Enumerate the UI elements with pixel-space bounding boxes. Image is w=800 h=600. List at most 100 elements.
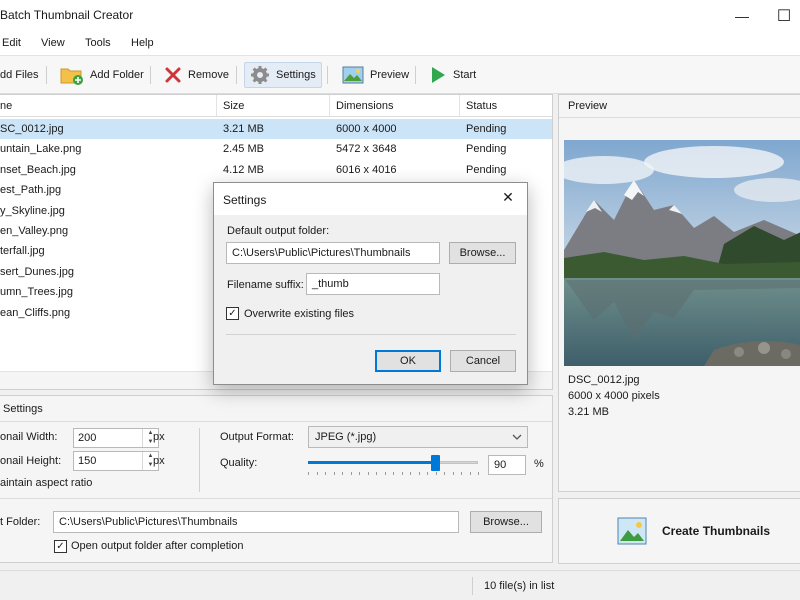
menu-view[interactable]: View (41, 37, 65, 49)
browse-button[interactable]: Browse... (470, 511, 542, 533)
folder-add-icon (60, 68, 83, 85)
add-folder-button[interactable]: Add Folder (54, 62, 150, 88)
file-name-cell: en_Valley.png (0, 225, 69, 237)
file-name-cell: terfall.jpg (0, 245, 45, 258)
file-name-cell: sert_Dunes.jpg (0, 265, 74, 278)
maximize-button[interactable]: ☐ (764, 0, 800, 32)
settings-dialog: Settings ✕ Default output folder: C:\Use… (213, 182, 528, 385)
slider-fill (308, 461, 435, 464)
open-folder-label[interactable]: Open output folder after completion (71, 540, 243, 552)
height-label: onail Height: (0, 455, 62, 467)
width-unit: px (153, 431, 165, 443)
toolbar-separator (46, 66, 47, 84)
column-header-status[interactable]: Status (460, 95, 552, 117)
slider-tick (452, 472, 454, 475)
add-folder-label: Add Folder (90, 69, 144, 81)
picture-icon (342, 66, 364, 84)
add-files-button[interactable]: dd Files (0, 62, 45, 88)
ok-button[interactable]: OK (375, 350, 441, 372)
toolbar-separator (236, 66, 237, 84)
quality-value: 90 (494, 459, 507, 471)
default-output-folder-input[interactable]: C:\Users\Public\Pictures\Thumbnails (226, 242, 440, 264)
file-count-status: 10 file(s) in list (484, 580, 555, 592)
cancel-button[interactable]: Cancel (450, 350, 516, 372)
slider-tick (316, 472, 318, 475)
slider-tick (427, 472, 428, 475)
close-icon[interactable]: ✕ (494, 189, 522, 209)
column-header-size[interactable]: Size (217, 95, 330, 117)
toolbar: dd Files Add Folder Remove Settings Prev… (0, 56, 800, 94)
menu-help[interactable]: Help (131, 37, 154, 49)
start-button[interactable]: Start (423, 62, 482, 88)
slider-ticks (308, 472, 479, 476)
gear-icon (251, 66, 269, 84)
divider (226, 334, 516, 335)
remove-x-icon (165, 67, 181, 83)
slider-tick (308, 472, 309, 475)
preview-image (564, 140, 800, 366)
status-bar: 10 file(s) in list (0, 570, 800, 600)
divider (0, 498, 552, 499)
filename-suffix-value: _thumb (312, 278, 349, 290)
slider-tick (401, 472, 403, 475)
preview-button[interactable]: Preview (336, 62, 415, 88)
slider-tick (384, 472, 386, 475)
quality-label: Quality: (220, 457, 258, 469)
slider-tick (469, 472, 471, 475)
quality-slider[interactable] (308, 455, 479, 478)
open-folder-checkbox[interactable]: ✓ (54, 540, 67, 553)
table-row[interactable]: untain_Lake.png 2.45 MB 5472 x 3648 Pending (0, 139, 552, 159)
column-header-dimensions[interactable]: Dimensions (330, 95, 460, 117)
output-folder-label: Default output folder: (227, 225, 330, 237)
height-unit: px (153, 455, 165, 467)
file-name-cell: ean_Cliffs.png (0, 306, 71, 319)
output-format-label: Output Format: (220, 431, 294, 443)
remove-button[interactable]: Remove (158, 62, 235, 88)
table-row[interactable]: SC_0012.jpg 3.21 MB 6000 x 4000 Pending (0, 119, 552, 139)
menu-tools[interactable]: Tools (85, 37, 111, 49)
preview-size: 3.21 MB (568, 406, 609, 418)
play-icon (432, 67, 445, 83)
divider (0, 421, 552, 422)
column-header-name[interactable]: ne (0, 95, 217, 117)
height-value: 150 (78, 455, 97, 467)
width-spinner[interactable]: 200 ▲ ▼ (73, 428, 159, 448)
output-format-select[interactable]: JPEG (*.jpg) (308, 426, 528, 448)
create-thumbnails-button[interactable]: Create Thumbnails (558, 498, 800, 564)
add-files-label: dd Files (0, 69, 39, 81)
filename-suffix-input[interactable]: _thumb (306, 273, 440, 295)
file-name-cell: y_Skyline.jpg (0, 204, 65, 217)
settings-label: Settings (276, 69, 316, 81)
output-format-value: JPEG (*.jpg) (315, 431, 377, 443)
preview-title: Preview (568, 100, 608, 112)
slider-thumb[interactable] (431, 455, 440, 471)
aspect-ratio-label[interactable]: aintain aspect ratio (0, 477, 92, 489)
preview-panel: Preview DSC_0012.jpg 6000 x 4000 pixels … (558, 94, 800, 492)
thumbnail-settings-panel: Settings onail Width: 200 ▲ ▼ px onail He… (0, 395, 553, 563)
divider (199, 428, 200, 492)
menu-edit[interactable]: Edit (2, 37, 21, 49)
height-spinner[interactable]: 150 ▲ ▼ (73, 451, 159, 471)
preview-label: Preview (370, 69, 410, 81)
dialog-browse-button[interactable]: Browse... (449, 242, 516, 264)
overwrite-label[interactable]: Overwrite existing files (244, 308, 354, 320)
overwrite-checkbox[interactable]: ✓ (226, 307, 239, 320)
quality-input[interactable]: 90 (488, 455, 526, 475)
output-folder-value: C:\Users\Public\Pictures\Thumbnails (59, 516, 238, 528)
picture-icon (617, 517, 647, 545)
file-dimensions-cell: 5472 x 3648 (336, 143, 397, 156)
list-header: ne Size Dimensions Status (0, 95, 552, 117)
file-name-cell: nset_Beach.jpg (0, 163, 76, 176)
slider-tick (393, 472, 394, 475)
start-label: Start (453, 69, 477, 81)
minimize-button[interactable]: — (722, 0, 762, 32)
slider-tick (461, 472, 462, 475)
output-folder-input[interactable]: C:\Users\Public\Pictures\Thumbnails (53, 511, 459, 533)
slider-tick (333, 472, 335, 475)
menu-bar: Edit View Tools Help (0, 32, 800, 56)
slider-tick (325, 472, 326, 475)
settings-button[interactable]: Settings (244, 62, 322, 88)
table-row[interactable]: nset_Beach.jpg 4.12 MB 6016 x 4016 Pending (0, 160, 552, 180)
file-status-cell: Pending (466, 123, 507, 135)
width-value: 200 (78, 432, 97, 444)
